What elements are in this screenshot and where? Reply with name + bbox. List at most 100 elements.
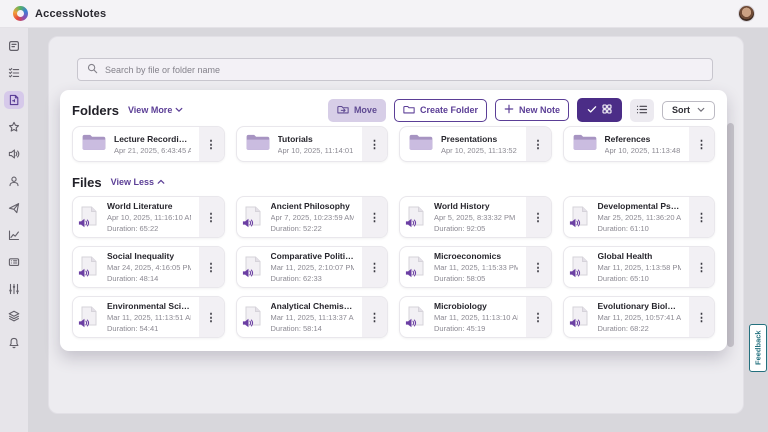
file-duration: Duration: 92:05 (434, 224, 515, 233)
move-folder-icon (337, 104, 349, 117)
sidebar-item-recordings[interactable] (4, 145, 24, 163)
folder-menu-button[interactable]: ⋮ (526, 127, 551, 161)
file-menu-button[interactable]: ⋮ (362, 297, 387, 337)
folder-menu-button[interactable]: ⋮ (689, 127, 714, 161)
audio-file-icon (572, 256, 590, 278)
bell-icon (8, 337, 20, 349)
file-menu-button[interactable]: ⋮ (199, 297, 224, 337)
file-date: Mar 11, 2025, 1:13:58 PM (598, 263, 682, 272)
sidebar-item-filters[interactable] (4, 280, 24, 298)
create-folder-button[interactable]: Create Folder (394, 99, 487, 122)
file-menu-button[interactable]: ⋮ (526, 247, 551, 287)
file-card-body: World History Apr 5, 2025, 8:33:32 PM Du… (400, 197, 526, 237)
folder-card[interactable]: Tutorials Apr 10, 2025, 11:14:01 AM ⋮ (236, 126, 389, 162)
folder-text: Tutorials Apr 10, 2025, 11:14:01 AM (278, 134, 355, 155)
user-avatar[interactable] (738, 5, 755, 22)
folder-menu-button[interactable]: ⋮ (199, 127, 224, 161)
file-card[interactable]: Comparative Politics Mar 11, 2025, 2:10:… (236, 246, 389, 288)
file-card[interactable]: Evolutionary Biology Mar 11, 2025, 10:57… (563, 296, 716, 338)
file-menu-button[interactable]: ⋮ (362, 197, 387, 237)
file-text: Ancient Philosophy Apr 7, 2025, 10:23:59… (271, 201, 355, 233)
file-date: Mar 11, 2025, 11:13:10 AM (434, 313, 518, 322)
file-duration: Duration: 54:41 (107, 324, 191, 333)
sidebar-item-contacts[interactable] (4, 172, 24, 190)
file-menu-button[interactable]: ⋮ (689, 247, 714, 287)
sliders-icon (8, 283, 20, 295)
sidebar-item-task-list[interactable] (4, 64, 24, 82)
file-card[interactable]: Microbiology Mar 11, 2025, 11:13:10 AM D… (399, 296, 552, 338)
file-card[interactable]: World History Apr 5, 2025, 8:33:32 PM Du… (399, 196, 552, 238)
file-card-body: Evolutionary Biology Mar 11, 2025, 10:57… (564, 297, 690, 337)
folders-view-more-link[interactable]: View More (128, 105, 183, 115)
plus-icon (504, 104, 514, 116)
file-name: Developmental Psych... (598, 201, 682, 211)
file-card[interactable]: Environmental Science Mar 11, 2025, 11:1… (72, 296, 225, 338)
file-card[interactable]: Social Inequality Mar 24, 2025, 4:16:05 … (72, 246, 225, 288)
file-date: Mar 11, 2025, 2:10:07 PM (271, 263, 355, 272)
layers-icon (8, 310, 20, 322)
checklist-icon (8, 67, 20, 79)
file-card[interactable]: Analytical Chemistry Mar 11, 2025, 11:13… (236, 296, 389, 338)
file-duration: Duration: 68:22 (598, 324, 682, 333)
folder-text: Presentations Apr 10, 2025, 11:13:52 AM (441, 134, 518, 155)
sidebar-item-notifications[interactable] (4, 334, 24, 352)
chevron-down-icon (697, 106, 705, 115)
file-card[interactable]: Developmental Psych... Mar 25, 2025, 11:… (563, 196, 716, 238)
sidebar-item-favorites[interactable] (4, 118, 24, 136)
file-menu-button[interactable]: ⋮ (199, 247, 224, 287)
move-button[interactable]: Move (328, 99, 386, 122)
files-view-less-link[interactable]: View Less (111, 177, 165, 187)
folder-card[interactable]: References Apr 10, 2025, 11:13:48 AM ⋮ (563, 126, 716, 162)
audio-file-icon (81, 306, 99, 328)
grid-icon (602, 104, 612, 116)
vertical-scrollbar[interactable] (727, 123, 734, 347)
sort-dropdown[interactable]: Sort (662, 101, 715, 120)
file-menu-button[interactable]: ⋮ (362, 247, 387, 287)
file-card[interactable]: Ancient Philosophy Apr 7, 2025, 10:23:59… (236, 196, 389, 238)
audio-file-icon (245, 256, 263, 278)
folder-menu-button[interactable]: ⋮ (362, 127, 387, 161)
feedback-tab[interactable]: Feedback (749, 324, 767, 372)
file-menu-button[interactable]: ⋮ (199, 197, 224, 237)
file-menu-button[interactable]: ⋮ (526, 297, 551, 337)
files-section-title: Files (72, 175, 102, 190)
file-card[interactable]: World Literature Apr 10, 2025, 11:16:10 … (72, 196, 225, 238)
file-card-body: Global Health Mar 11, 2025, 1:13:58 PM D… (564, 247, 690, 287)
file-text: Environmental Science Mar 11, 2025, 11:1… (107, 301, 191, 333)
grid-view-toggle-button[interactable] (577, 98, 622, 122)
content-card: Folders View More Move Create Folder (60, 90, 727, 351)
view-less-label: View Less (111, 177, 154, 187)
sidebar-item-notes-board[interactable] (4, 37, 24, 55)
user-icon (8, 175, 20, 187)
file-name: Environmental Science (107, 301, 191, 311)
chevron-up-icon (157, 177, 165, 187)
folder-card[interactable]: Lecture Recordings Apr 21, 2025, 6:43:45… (72, 126, 225, 162)
file-card[interactable]: Global Health Mar 11, 2025, 1:13:58 PM D… (563, 246, 716, 288)
folder-name: Lecture Recordings (114, 134, 191, 144)
folder-name: References (605, 134, 682, 144)
list-icon (636, 104, 648, 117)
file-name: Analytical Chemistry (271, 301, 355, 311)
folder-icon (245, 133, 270, 156)
folder-card[interactable]: Presentations Apr 10, 2025, 11:13:52 AM … (399, 126, 552, 162)
folder-plus-icon (403, 104, 415, 117)
file-menu-button[interactable]: ⋮ (526, 197, 551, 237)
view-more-label: View More (128, 105, 172, 115)
list-view-button[interactable] (630, 99, 654, 122)
move-label: Move (354, 106, 377, 115)
sidebar-item-transcripts[interactable] (4, 253, 24, 271)
file-card-body: Comparative Politics Mar 11, 2025, 2:10:… (237, 247, 363, 287)
sidebar-item-audio-files[interactable] (4, 91, 24, 109)
file-card[interactable]: Microeconomics Mar 11, 2025, 1:15:33 PM … (399, 246, 552, 288)
sidebar-item-analytics[interactable] (4, 226, 24, 244)
audio-file-icon (408, 256, 426, 278)
search-input[interactable]: Search by file or folder name (77, 58, 713, 81)
file-text: Analytical Chemistry Mar 11, 2025, 11:13… (271, 301, 355, 333)
file-menu-button[interactable]: ⋮ (689, 197, 714, 237)
sidebar-item-collections[interactable] (4, 307, 24, 325)
new-note-button[interactable]: New Note (495, 99, 569, 121)
file-menu-button[interactable]: ⋮ (689, 297, 714, 337)
sidebar-item-share[interactable] (4, 199, 24, 217)
file-card-body: Social Inequality Mar 24, 2025, 4:16:05 … (73, 247, 199, 287)
file-text: Global Health Mar 11, 2025, 1:13:58 PM D… (598, 251, 682, 283)
